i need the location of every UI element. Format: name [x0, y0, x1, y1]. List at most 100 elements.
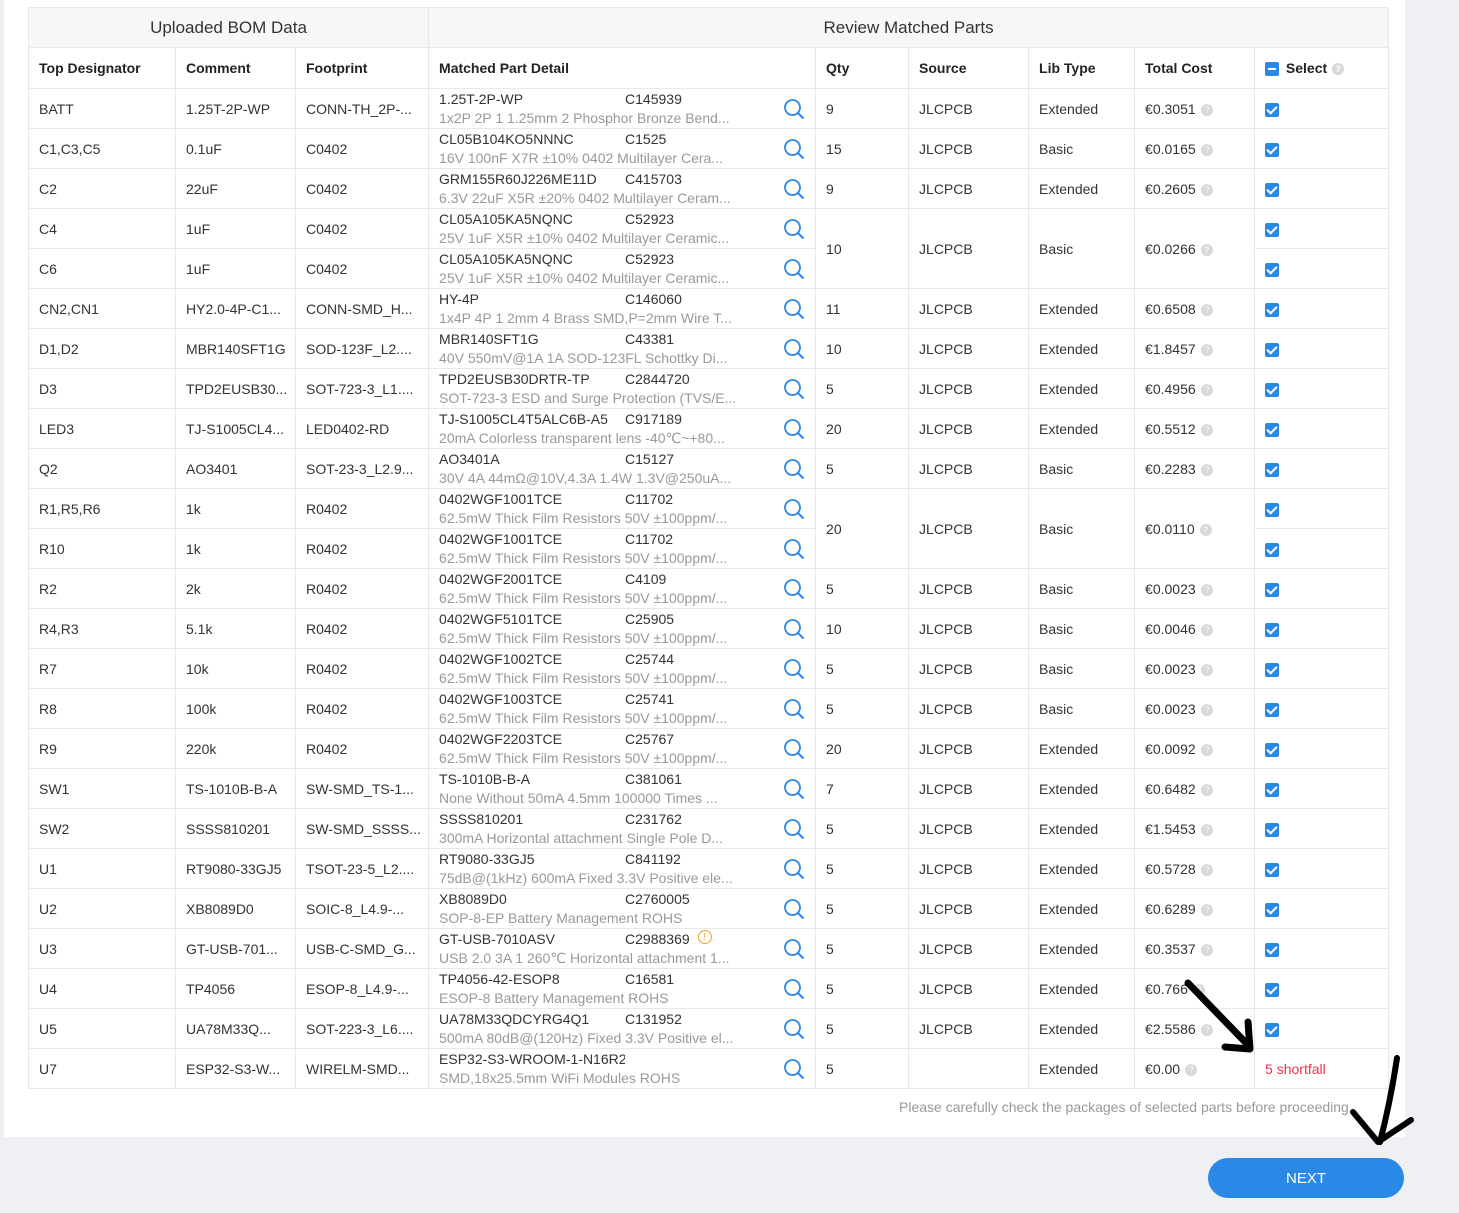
search-icon[interactable] [783, 298, 805, 320]
search-icon[interactable] [783, 618, 805, 640]
help-icon[interactable]: ? [1200, 383, 1213, 396]
search-icon[interactable] [783, 98, 805, 120]
cell-lib-type: Extended [1028, 888, 1136, 929]
row-select-checkbox[interactable] [1265, 462, 1280, 477]
row-select-checkbox[interactable] [1265, 862, 1280, 877]
cell-lib-type: Extended [1028, 1048, 1136, 1089]
select-all-checkbox[interactable] [1265, 62, 1280, 77]
row-select-checkbox[interactable] [1265, 822, 1280, 837]
row-select-checkbox[interactable] [1265, 302, 1280, 317]
cell-select [1254, 168, 1390, 209]
help-icon[interactable]: ? [1332, 62, 1345, 75]
help-icon[interactable]: ? [1200, 423, 1213, 436]
help-icon[interactable]: ? [1200, 1023, 1213, 1036]
search-icon[interactable] [783, 338, 805, 360]
help-icon[interactable]: ? [1200, 903, 1213, 916]
part-description: None Without 50mA 4.5mm 100000 Times ... [439, 790, 718, 806]
row-select-checkbox[interactable] [1265, 262, 1280, 277]
next-button[interactable]: NEXT [1208, 1158, 1404, 1198]
help-icon[interactable]: ? [1200, 703, 1213, 716]
search-icon[interactable] [783, 538, 805, 560]
cell-qty: 11 [815, 288, 910, 329]
part-number: TP4056-42-ESOP8 [439, 971, 560, 987]
row-select-checkbox[interactable] [1265, 142, 1280, 157]
help-icon[interactable]: ? [1200, 183, 1213, 196]
table-row: R9 220k R0402 0402WGF2203TCE C25767 62.5mW Th… [28, 728, 1390, 769]
row-select-checkbox[interactable] [1265, 662, 1280, 677]
help-icon[interactable]: ? [1200, 583, 1213, 596]
part-code: C25741 [625, 691, 675, 707]
help-icon[interactable]: ? [1200, 343, 1213, 356]
search-icon[interactable] [783, 458, 805, 480]
row-select-checkbox[interactable] [1265, 342, 1280, 357]
row-select-checkbox[interactable] [1265, 982, 1280, 997]
cell-matched-part: TPD2EUSB30DRTR-TP C2844720 SOT-723-3 ESD a… [428, 368, 817, 409]
search-icon[interactable] [783, 258, 805, 280]
row-select-checkbox[interactable] [1265, 542, 1280, 557]
row-select-checkbox[interactable] [1265, 222, 1280, 237]
row-select-checkbox[interactable] [1265, 622, 1280, 637]
cell-designator: BATT [28, 88, 176, 129]
row-select-checkbox[interactable] [1265, 582, 1280, 597]
cell-comment: 100k [175, 688, 296, 729]
search-icon[interactable] [783, 178, 805, 200]
row-select-checkbox[interactable] [1265, 782, 1280, 797]
search-icon[interactable] [783, 778, 805, 800]
cell-lib-type: Basic [1028, 488, 1136, 569]
row-select-checkbox[interactable] [1265, 902, 1280, 917]
part-number: 0402WGF2203TCE [439, 731, 562, 747]
row-select-checkbox[interactable] [1265, 742, 1280, 757]
search-icon[interactable] [783, 898, 805, 920]
row-select-checkbox[interactable] [1265, 382, 1280, 397]
cost-value: €0.5512 [1145, 420, 1196, 437]
cell-matched-part: CL05A105KA5NQNC C52923 25V 1uF X5R ±10% 04… [428, 248, 817, 289]
help-icon[interactable]: ? [1200, 743, 1213, 756]
search-icon[interactable] [783, 1018, 805, 1040]
cell-lib-type: Basic [1028, 128, 1136, 169]
search-icon[interactable] [783, 818, 805, 840]
search-icon[interactable] [783, 978, 805, 1000]
help-icon[interactable]: ? [1200, 243, 1213, 256]
cell-lib-type: Extended [1028, 288, 1136, 329]
help-icon[interactable]: ? [1200, 303, 1213, 316]
row-select-checkbox[interactable] [1265, 182, 1280, 197]
help-icon[interactable]: ? [1200, 463, 1213, 476]
cell-comment: 1k [175, 528, 296, 569]
help-icon[interactable]: ? [1200, 103, 1213, 116]
search-icon[interactable] [783, 578, 805, 600]
help-icon[interactable]: ? [1200, 143, 1213, 156]
cell-designator: R2 [28, 568, 176, 609]
row-select-checkbox[interactable] [1265, 942, 1280, 957]
search-icon[interactable] [783, 698, 805, 720]
cell-footprint: CONN-SMD_H... [294, 288, 430, 329]
help-icon[interactable]: ? [1200, 663, 1213, 676]
help-icon[interactable]: ? [1199, 523, 1212, 536]
search-icon[interactable] [783, 498, 805, 520]
cell-matched-part: AO3401A C15127 30V 4A 44mΩ@10V,4.3A 1.4W 1… [428, 448, 817, 489]
help-icon[interactable]: ? [1192, 983, 1205, 996]
search-icon[interactable] [783, 378, 805, 400]
search-icon[interactable] [783, 218, 805, 240]
cell-matched-part: CL05A105KA5NQNC C52923 25V 1uF X5R ±10% 04… [428, 208, 817, 249]
search-icon[interactable] [783, 138, 805, 160]
search-icon[interactable] [783, 938, 805, 960]
search-icon[interactable] [783, 418, 805, 440]
search-icon[interactable] [783, 658, 805, 680]
search-icon[interactable] [783, 858, 805, 880]
search-icon[interactable] [783, 1058, 805, 1080]
help-icon[interactable]: ? [1200, 783, 1213, 796]
row-select-checkbox[interactable] [1265, 1022, 1280, 1037]
row-select-checkbox[interactable] [1265, 102, 1280, 117]
row-select-checkbox[interactable] [1265, 502, 1280, 517]
help-icon[interactable]: ? [1185, 1063, 1198, 1076]
row-select-checkbox[interactable] [1265, 422, 1280, 437]
help-icon[interactable]: ? [1200, 943, 1213, 956]
cell-comment: XB8089D0 [175, 888, 296, 929]
row-select-checkbox[interactable] [1265, 702, 1280, 717]
help-icon[interactable]: ? [1200, 863, 1213, 876]
part-number: XB8089D0 [439, 891, 507, 907]
help-icon[interactable]: ? [1200, 623, 1213, 636]
cell-source: JLCPCB [908, 408, 1030, 449]
help-icon[interactable]: ? [1200, 823, 1213, 836]
search-icon[interactable] [783, 738, 805, 760]
